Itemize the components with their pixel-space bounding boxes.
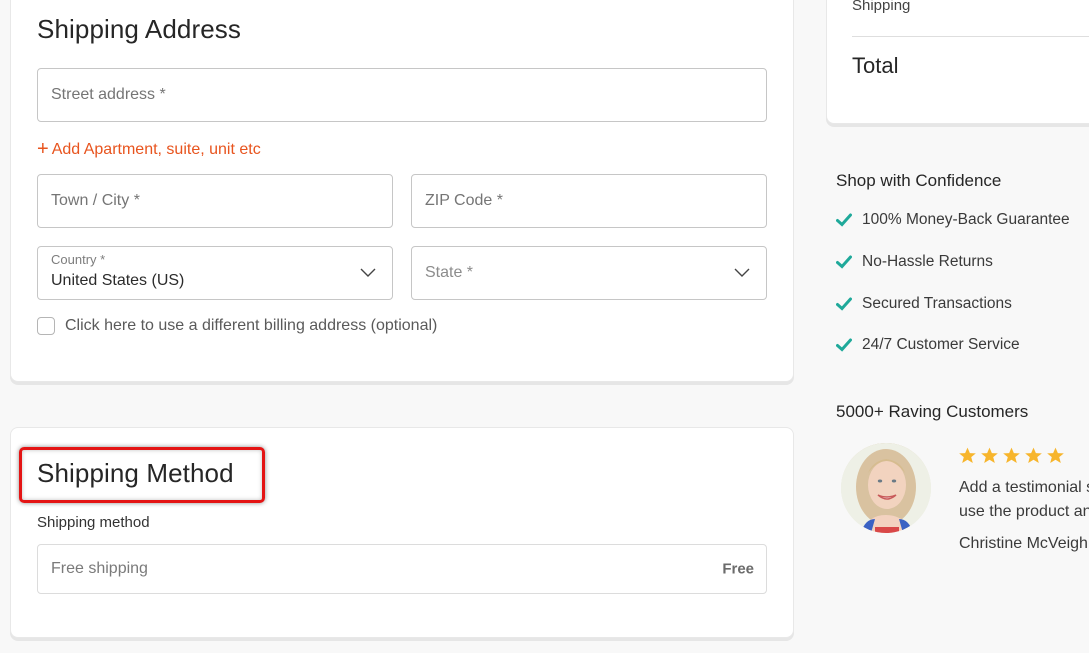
billing-address-label: Click here to use a different billing ad… <box>65 317 438 334</box>
billing-address-checkbox[interactable] <box>37 317 55 335</box>
trust-item: Secured Transactions <box>836 295 1012 313</box>
testimonial-line: Add a testimonial s <box>959 479 1089 496</box>
customer-avatar <box>841 443 931 533</box>
trust-item: 24/7 Customer Service <box>836 336 1020 354</box>
country-select[interactable]: Country * United States (US) <box>37 246 393 300</box>
plus-icon: + <box>37 138 49 160</box>
state-placeholder: State * <box>425 264 474 281</box>
billing-address-option[interactable]: Click here to use a different billing ad… <box>37 317 437 335</box>
testimonial-line: use the product an <box>959 503 1089 520</box>
confidence-title: Shop with Confidence <box>836 171 1002 190</box>
trust-item-label: Secured Transactions <box>862 295 1012 312</box>
shipping-option-name: Free shipping <box>51 560 148 577</box>
street-address-field[interactable] <box>37 68 767 122</box>
shipping-option-free[interactable]: Free shipping Free <box>37 544 767 594</box>
check-icon <box>836 213 852 227</box>
customer-photo <box>841 443 931 533</box>
zip-field[interactable] <box>411 174 767 228</box>
zip-input[interactable] <box>412 175 766 227</box>
city-field[interactable] <box>37 174 393 228</box>
check-icon <box>836 255 852 269</box>
trust-item: 100% Money-Back Guarantee <box>836 211 1070 229</box>
street-address-input[interactable] <box>38 69 766 121</box>
summary-divider <box>852 36 1089 37</box>
shipping-method-label: Shipping method <box>37 514 150 531</box>
check-icon <box>836 338 852 352</box>
star-icon <box>981 447 998 464</box>
summary-total-label: Total <box>852 53 899 78</box>
star-icon <box>1003 447 1020 464</box>
star-icon <box>1025 447 1042 464</box>
country-value: United States (US) <box>51 272 185 289</box>
chevron-down-icon <box>360 268 376 277</box>
trust-item: No-Hassle Returns <box>836 253 993 271</box>
customer-name: Christine McVeigh <box>959 535 1088 552</box>
testimonial-text: Add a testimonial s use the product an <box>959 476 1089 524</box>
chevron-down-icon <box>734 268 750 277</box>
rating-stars <box>958 446 1065 465</box>
summary-shipping-label: Shipping <box>852 0 911 14</box>
star-icon <box>1047 447 1064 464</box>
add-apartment-label: Add Apartment, suite, unit etc <box>51 141 261 158</box>
reviews-title: 5000+ Raving Customers <box>836 402 1029 421</box>
country-label: Country * <box>51 252 106 267</box>
city-input[interactable] <box>38 175 392 227</box>
shipping-option-price: Free <box>722 560 754 578</box>
state-select[interactable]: State * <box>411 246 767 300</box>
check-icon <box>836 297 852 311</box>
star-icon <box>959 447 976 464</box>
shipping-address-title: Shipping Address <box>37 14 241 44</box>
shipping-method-title: Shipping Method <box>37 458 234 488</box>
add-apartment-link[interactable]: + Add Apartment, suite, unit etc <box>37 138 261 161</box>
trust-item-label: 24/7 Customer Service <box>862 336 1020 353</box>
trust-item-label: No-Hassle Returns <box>862 253 993 270</box>
trust-item-label: 100% Money-Back Guarantee <box>862 211 1070 228</box>
